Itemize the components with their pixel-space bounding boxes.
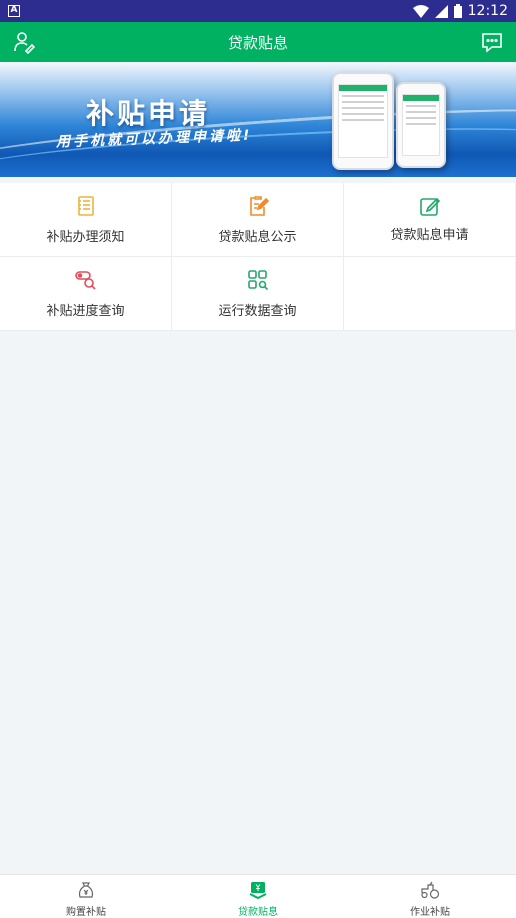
menu-item-subsidy-notice[interactable]: 补贴办理须知 <box>0 183 172 257</box>
menu-grid: 补贴办理须知 贷款贴息公示 贷款贴息申请 补贴进度查询 运行数据查询 <box>0 183 516 331</box>
user-edit-icon[interactable] <box>12 30 36 54</box>
document-list-icon <box>77 196 94 216</box>
yen-box-icon <box>249 882 267 900</box>
bottom-nav: 购置补贴 贷款贴息 作业补贴 <box>0 874 516 918</box>
menu-item-label: 贷款贴息申请 <box>390 228 469 243</box>
status-bar: A 12:12 <box>0 0 516 22</box>
nav-operation-subsidy[interactable]: 作业补贴 <box>344 875 516 918</box>
grid-search-icon <box>247 270 268 291</box>
message-icon[interactable] <box>480 30 504 54</box>
nav-loan-interest[interactable]: 贷款贴息 <box>172 875 344 918</box>
edit-icon <box>419 197 440 216</box>
banner[interactable]: 补贴申请 用手机就可以办理申请啦! <box>0 62 516 177</box>
menu-item-label: 贷款贴息公示 <box>218 230 297 245</box>
phone-illustration <box>396 82 446 168</box>
progress-search-icon <box>74 271 96 290</box>
nav-label: 贷款贴息 <box>238 907 278 918</box>
menu-empty-cell <box>344 257 516 331</box>
notification-a-icon: A <box>8 5 20 17</box>
phone-illustration <box>332 72 394 170</box>
battery-icon <box>453 4 462 18</box>
nav-label: 作业补贴 <box>410 907 450 918</box>
menu-item-loan-apply[interactable]: 贷款贴息申请 <box>344 183 516 257</box>
nav-label: 购置补贴 <box>66 907 106 918</box>
nav-purchase-subsidy[interactable]: 购置补贴 <box>0 875 172 918</box>
menu-item-label: 补贴进度查询 <box>46 304 125 319</box>
app-bar: 贷款贴息 <box>0 22 516 62</box>
menu-item-loan-publicity[interactable]: 贷款贴息公示 <box>172 183 344 257</box>
menu-item-label: 运行数据查询 <box>218 304 297 319</box>
page-title: 贷款贴息 <box>227 33 288 52</box>
menu-item-running-data-query[interactable]: 运行数据查询 <box>172 257 344 331</box>
money-bag-icon <box>78 882 94 898</box>
menu-item-progress-query[interactable]: 补贴进度查询 <box>0 257 172 331</box>
menu-item-label: 补贴办理须知 <box>46 230 125 245</box>
clock-time: 12:12 <box>467 3 508 19</box>
clipboard-edit-icon <box>249 196 269 216</box>
signal-icon <box>434 4 448 18</box>
wifi-icon <box>412 4 429 18</box>
tractor-icon <box>421 881 440 899</box>
